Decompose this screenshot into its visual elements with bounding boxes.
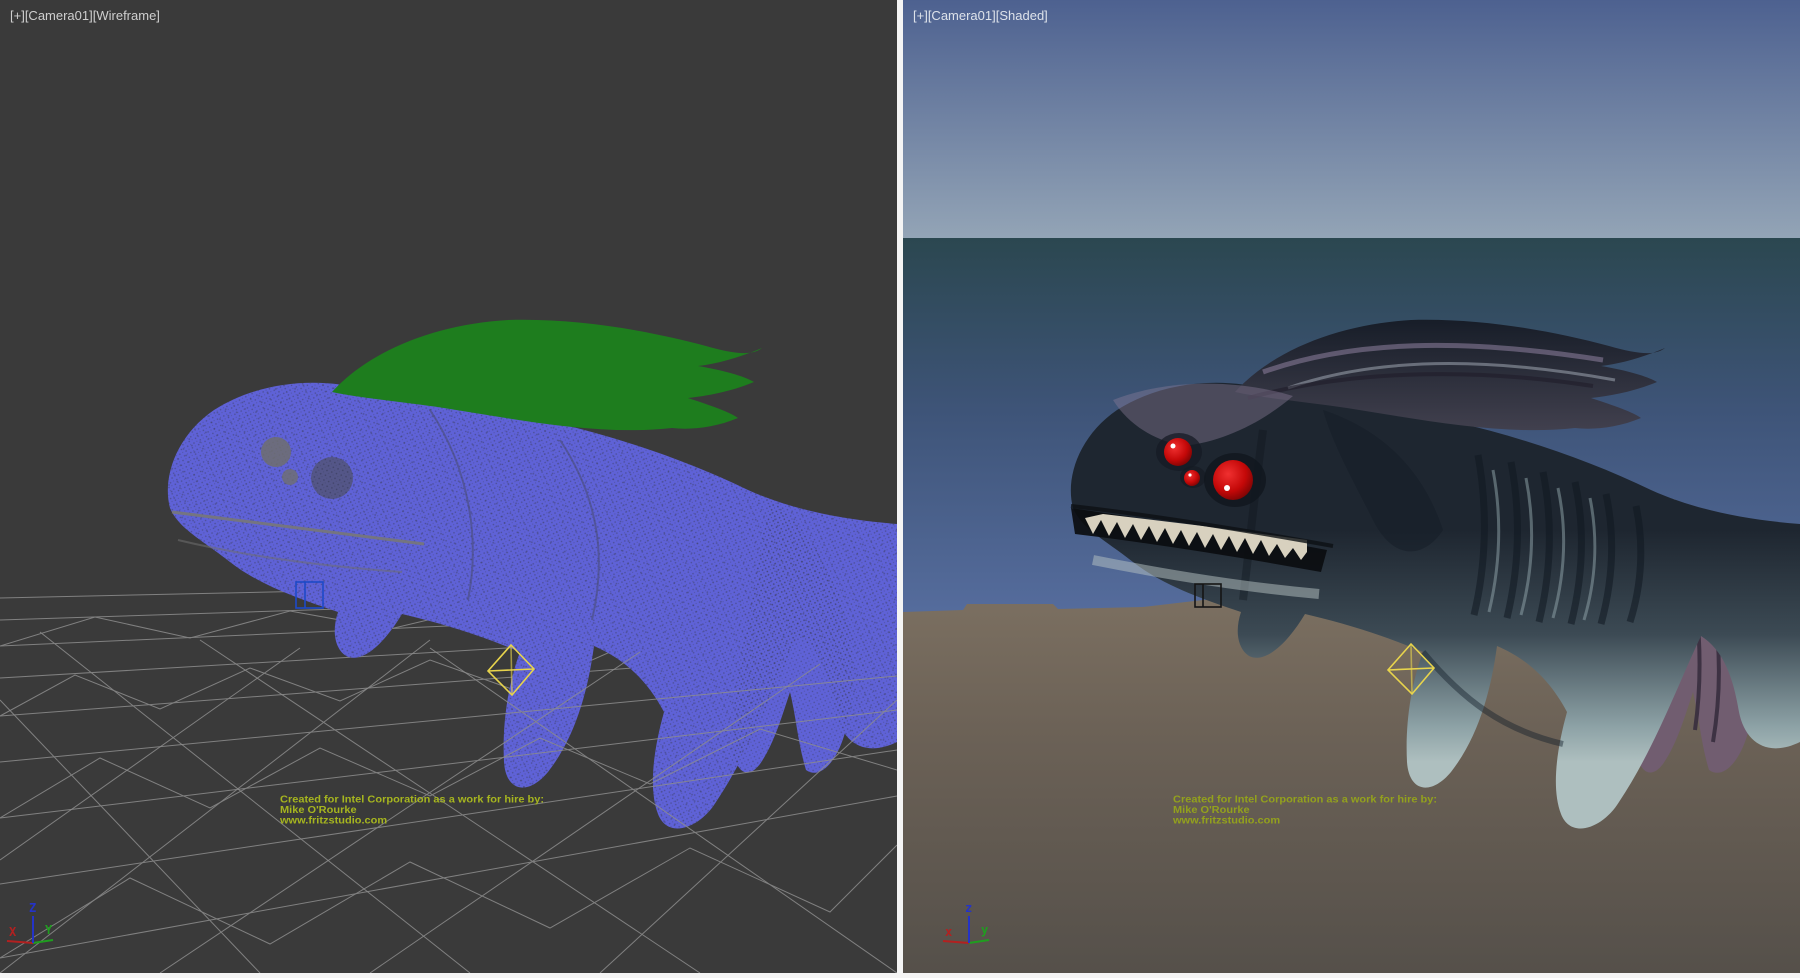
axis-x-label: x — [945, 925, 952, 939]
viewport-label-wireframe[interactable]: [+][Camera01][Wireframe] — [10, 8, 160, 23]
credit-line-3: www.fritzstudio.com — [280, 816, 544, 827]
viewport-wireframe[interactable]: X Y Z [+][Camera01][Wireframe] Created f… — [0, 0, 897, 973]
viewport-label-shaded[interactable]: [+][Camera01][Shaded] — [913, 8, 1048, 23]
credit-text-wireframe: Created for Intel Corporation as a work … — [280, 795, 544, 827]
axis-z-label: Z — [29, 901, 36, 915]
fish-eye-small-upper — [261, 437, 291, 467]
fish-eye-small-upper — [1164, 438, 1192, 466]
fish-eye-tiny — [1184, 470, 1200, 486]
axis-z-label: z — [965, 901, 972, 915]
credit-line-3: www.fritzstudio.com — [1173, 816, 1437, 827]
sky — [903, 0, 1800, 238]
wireframe-scene: X Y Z — [0, 0, 897, 973]
viewport-border-bottom — [0, 973, 1800, 978]
axis-y-label: y — [981, 923, 988, 937]
viewport-split-container: X Y Z [+][Camera01][Wireframe] Created f… — [0, 0, 1800, 978]
axis-x-label: X — [9, 925, 17, 939]
credit-text-shaded: Created for Intel Corporation as a work … — [1173, 795, 1437, 827]
shaded-scene: x y z — [903, 0, 1800, 973]
fish-eye-large — [1213, 460, 1253, 500]
axis-y-label: Y — [45, 923, 53, 937]
fish-eye-tiny — [282, 469, 298, 485]
viewport-shaded[interactable]: x y z [+][Camera01][Shaded] Created for … — [903, 0, 1800, 973]
